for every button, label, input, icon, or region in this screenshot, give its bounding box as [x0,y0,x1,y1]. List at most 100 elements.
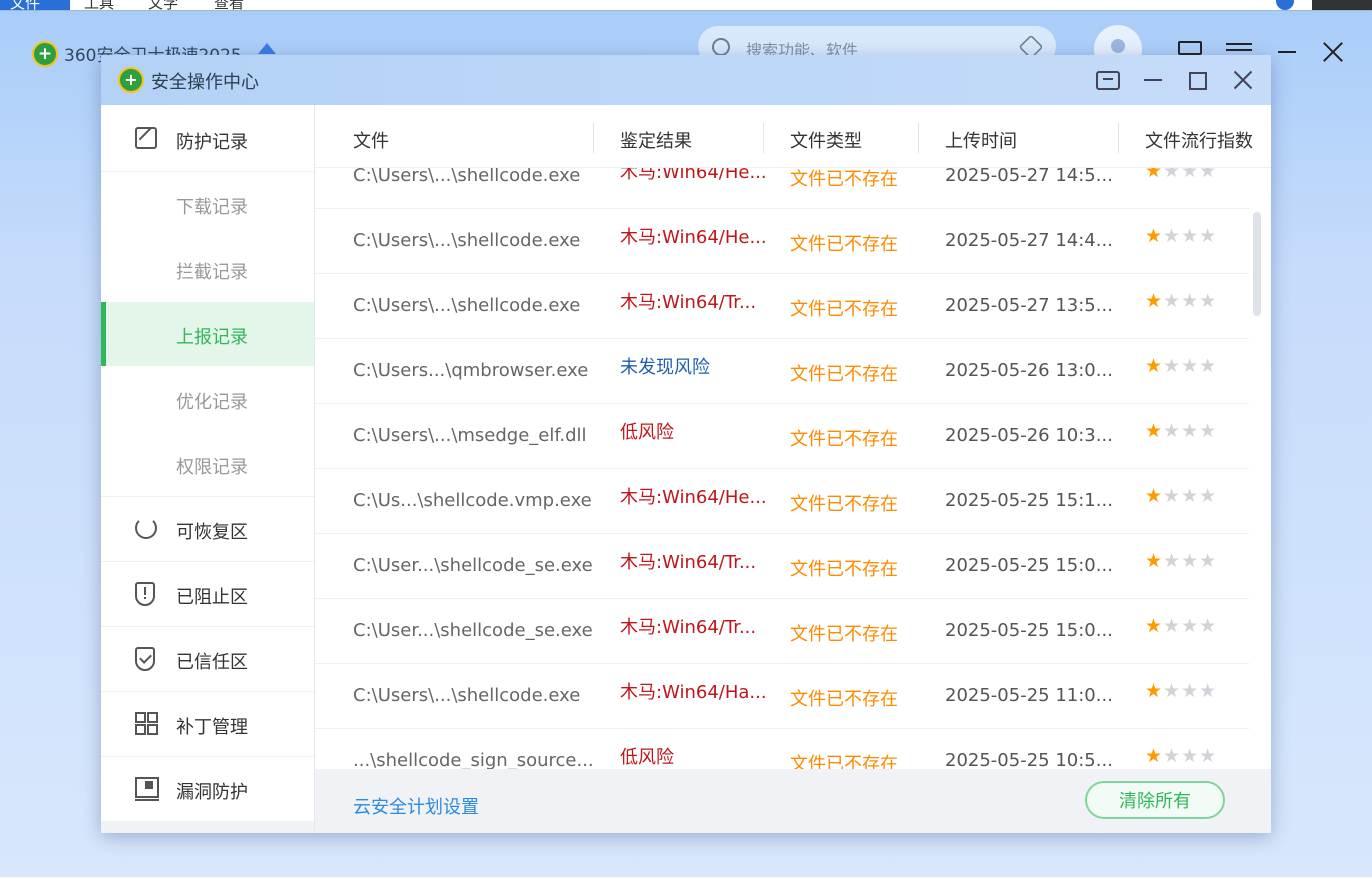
star-icon: ★ [1181,680,1200,702]
star-icon: ★ [1163,420,1182,442]
sidebar-item-label: 已阻止区 [176,587,248,608]
star-icon: ★ [1163,680,1182,702]
sidebar-item-vulnerability-protection[interactable]: 漏洞防护 [101,757,314,821]
table-row[interactable]: C:\Users\...\shellcode.exe 木马:Win64/Tr...… [315,274,1249,339]
report-records-panel: 文件 鉴定结果 文件类型 上传时间 文件流行指数 C:\Users\...\sh… [315,105,1271,833]
menu-view[interactable]: 查看 [214,0,244,10]
popularity-rating: ★★★★ [1145,167,1217,182]
star-icon: ★ [1163,615,1182,637]
detection-result: 未发现风险 [620,357,710,378]
column-header-type[interactable]: 文件类型 [790,127,862,153]
main-close-icon[interactable] [1320,41,1346,63]
sidebar-item-intercept-records[interactable]: 拦截记录 [101,237,314,301]
column-divider[interactable] [918,123,919,153]
detection-result: 木马:Win64/Tr... [620,292,757,313]
table-row[interactable]: C:\Users...\qmbrowser.exe 未发现风险 文件已不存在 2025… [315,339,1249,404]
table-header: 文件 鉴定结果 文件类型 上传时间 文件流行指数 [315,105,1271,168]
clear-all-button[interactable]: 清除所有 [1085,781,1225,819]
star-icon: ★ [1163,167,1182,182]
sidebar-item-label: 可恢复区 [176,522,248,543]
star-icon: ★ [1145,485,1164,507]
file-status: 文件已不存在 [790,624,898,645]
sidebar-item-download-records[interactable]: 下载记录 [101,172,314,236]
column-divider[interactable] [763,123,764,153]
top-menu-strip: 文件 工具 文学 查看 [0,0,1372,11]
column-header-result[interactable]: 鉴定结果 [620,127,692,153]
star-icon: ★ [1181,355,1200,377]
upload-time: 2025-05-26 13:0... [945,360,1113,381]
cloud-security-settings-link[interactable]: 云安全计划设置 [353,793,479,819]
upload-time: 2025-05-26 10:3... [945,425,1113,446]
sidebar-item-trusted[interactable]: 已信任区 [101,627,314,692]
menu-file[interactable]: 文件 [10,0,40,10]
star-icon: ★ [1181,225,1200,247]
star-icon: ★ [1163,355,1182,377]
file-status: 文件已不存在 [790,429,898,450]
sidebar-item-protection-records[interactable]: 防护记录 [101,107,314,172]
dialog-titlebar[interactable]: + 安全操作中心 [101,55,1271,105]
star-icon: ★ [1181,167,1200,182]
star-icon: ★ [1199,225,1218,247]
sidebar-item-permission-records[interactable]: 权限记录 [101,432,314,497]
table-row[interactable]: C:\Users\...\shellcode.exe 木马:Win64/He...… [315,167,1249,209]
file-path: C:\Us...\shellcode.vmp.exe [353,490,592,511]
menu-literature[interactable]: 文学 [148,0,178,10]
table-row[interactable]: ...\shellcode_sign_source... 低风险 文件已不存在 202… [315,729,1249,769]
dialog-maximize-icon[interactable] [1185,67,1211,93]
file-path: C:\Users\...\shellcode.exe [353,230,581,251]
menu-tools[interactable]: 工具 [84,0,114,10]
table-row[interactable]: C:\User...\shellcode_se.exe 木马:Win64/Tr..… [315,599,1249,664]
upload-time: 2025-05-25 15:0... [945,620,1113,641]
table-scrollbar[interactable] [1253,212,1261,316]
column-header-upload-time[interactable]: 上传时间 [945,127,1017,153]
help-icon[interactable] [1276,0,1294,10]
table-row[interactable]: C:\Us...\shellcode.vmp.exe 木马:Win64/He...… [315,469,1249,534]
star-icon: ★ [1145,167,1164,182]
file-path: C:\Users\...\shellcode.exe [353,685,581,706]
sidebar-item-blocked[interactable]: 已阻止区 [101,562,314,627]
column-divider[interactable] [593,123,594,153]
popularity-rating: ★★★★ [1145,420,1217,442]
sidebar-item-report-records[interactable]: 上报记录 [101,302,314,366]
table-row[interactable]: C:\Users\...\shellcode.exe 木马:Win64/He...… [315,209,1249,274]
popularity-rating: ★★★★ [1145,225,1217,247]
main-minimize-icon[interactable] [1274,41,1300,63]
table-row[interactable]: C:\User...\shellcode_se.exe 木马:Win64/Tr..… [315,534,1249,599]
detection-result: 木马:Win64/He... [620,167,767,183]
sidebar-item-label: 防护记录 [176,132,248,153]
table-row[interactable]: C:\Users\...\shellcode.exe 木马:Win64/Ha...… [315,664,1249,729]
star-icon: ★ [1199,167,1218,182]
edit-icon [135,127,157,149]
file-path: C:\User...\shellcode_se.exe [353,555,593,576]
shield-check-icon [135,647,155,671]
upgrade-arrow-icon[interactable] [258,43,276,54]
star-icon: ★ [1199,485,1218,507]
sidebar-item-label: 优化记录 [176,392,248,413]
star-icon: ★ [1199,745,1218,767]
panel-footer: 云安全计划设置 清除所有 [315,769,1271,833]
monitor-icon [135,777,159,801]
star-icon: ★ [1145,420,1164,442]
star-icon: ★ [1199,290,1218,312]
sidebar-item-label: 补丁管理 [176,717,248,738]
star-icon: ★ [1199,680,1218,702]
file-path: C:\Users...\qmbrowser.exe [353,360,589,381]
column-header-file[interactable]: 文件 [353,127,389,153]
table-body[interactable]: C:\Users\...\shellcode.exe 木马:Win64/He...… [315,167,1271,769]
sidebar-item-recoverable[interactable]: 可恢复区 [101,497,314,562]
sidebar-item-patch-management[interactable]: 补丁管理 [101,692,314,757]
dialog-minimize-icon[interactable] [1141,67,1167,93]
sidebar-item-label: 下载记录 [176,197,248,218]
column-header-popularity[interactable]: 文件流行指数 [1145,127,1253,153]
star-icon: ★ [1199,615,1218,637]
column-divider[interactable] [1118,123,1119,153]
detection-result: 木马:Win64/Tr... [620,617,757,638]
upload-time: 2025-05-25 10:5... [945,750,1113,769]
dialog-close-icon[interactable] [1230,67,1256,93]
table-row[interactable]: C:\Users\...\msedge_elf.dll 低风险 文件已不存在 2025… [315,404,1249,469]
sidebar-item-optimize-records[interactable]: 优化记录 [101,367,314,431]
star-icon: ★ [1145,550,1164,572]
star-icon: ★ [1181,485,1200,507]
star-icon: ★ [1199,420,1218,442]
feedback-icon[interactable] [1096,71,1120,90]
